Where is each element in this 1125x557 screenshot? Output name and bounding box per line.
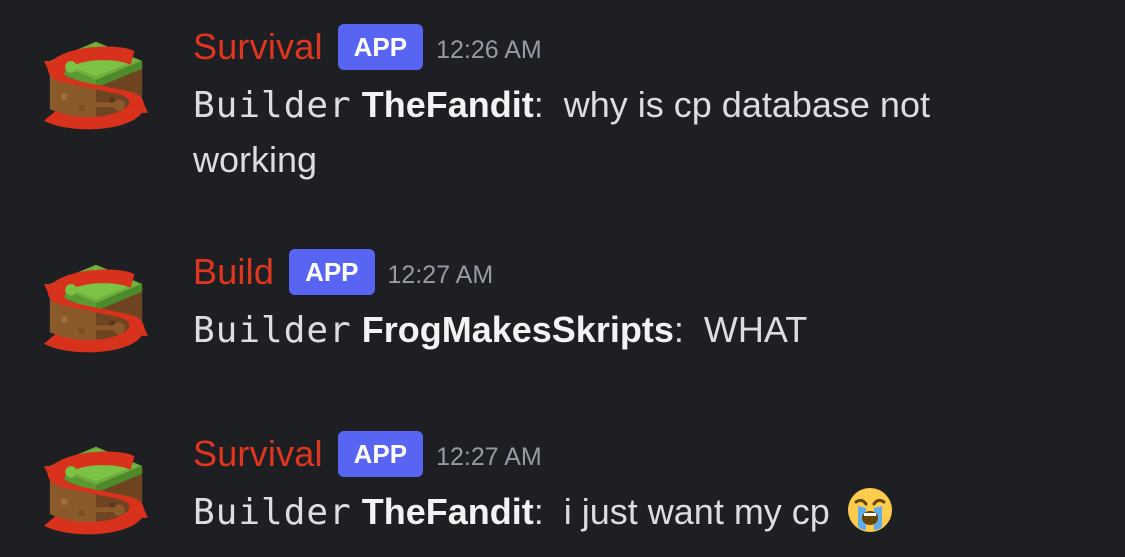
message-header: Build APP 12:27 AM <box>193 247 493 297</box>
player-rank: Builder <box>193 492 352 533</box>
avatar[interactable] <box>40 36 152 136</box>
minecraft-grass-block-logo-icon <box>44 264 148 353</box>
player-name: FrogMakesSkripts <box>361 309 674 350</box>
message-header: Survival APP 12:26 AM <box>193 22 542 72</box>
username[interactable]: Survival <box>193 433 323 475</box>
player-name: TheFandit <box>361 84 534 125</box>
separator: : <box>673 309 684 350</box>
player-rank: Builder <box>193 85 352 126</box>
minecraft-grass-block-logo-icon <box>44 446 148 535</box>
username[interactable]: Build <box>193 251 274 293</box>
username[interactable]: Survival <box>193 26 323 68</box>
message-content: Builder FrogMakesSkripts: WHAT <box>193 303 1053 358</box>
app-badge[interactable]: APP <box>289 249 375 295</box>
separator: : <box>533 84 544 125</box>
message-text: i just want my cp <box>563 491 830 532</box>
avatar[interactable] <box>40 259 152 359</box>
message-content: Builder TheFandit: i just want my cp <box>193 485 1053 549</box>
message-header: Survival APP 12:27 AM <box>193 429 542 479</box>
separator: : <box>533 491 544 532</box>
timestamp[interactable]: 12:27 AM <box>388 255 494 290</box>
app-badge[interactable]: APP <box>337 431 424 477</box>
minecraft-grass-block-logo-icon <box>44 41 148 130</box>
app-badge[interactable]: APP <box>337 24 424 70</box>
avatar[interactable] <box>40 441 152 541</box>
timestamp[interactable]: 12:26 AM <box>436 30 542 65</box>
timestamp[interactable]: 12:27 AM <box>436 437 542 472</box>
message-text: WHAT <box>703 309 808 350</box>
player-rank: Builder <box>193 310 352 351</box>
player-name: TheFandit <box>361 491 534 532</box>
message-content: Builder TheFandit: why is cp database no… <box>193 78 1053 187</box>
loudly-crying-face-emoji-icon[interactable] <box>846 486 894 549</box>
